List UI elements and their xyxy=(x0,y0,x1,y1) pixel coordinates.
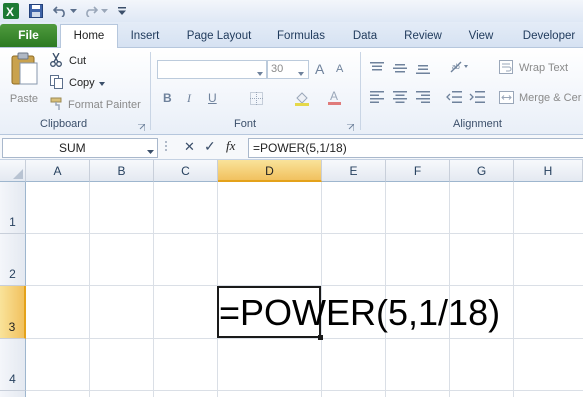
name-box-value: SUM xyxy=(59,141,86,155)
save-icon[interactable] xyxy=(28,3,44,19)
grow-font-button[interactable]: A xyxy=(315,61,324,77)
bold-button[interactable]: B xyxy=(163,91,172,105)
tab-insert[interactable]: Insert xyxy=(124,27,166,45)
column-header-e[interactable]: E xyxy=(322,160,386,182)
merge-center-button[interactable]: Merge & Cer xyxy=(519,92,581,104)
column-header-d[interactable]: D xyxy=(218,160,322,182)
name-box[interactable]: SUM xyxy=(2,138,158,158)
column-header-f[interactable]: F xyxy=(386,160,450,182)
align-center-icon[interactable] xyxy=(393,91,407,106)
resize-handle-icon[interactable] xyxy=(163,139,169,156)
tab-view[interactable]: View xyxy=(462,27,500,45)
redo-dropdown-icon[interactable] xyxy=(100,3,108,19)
paintbrush-icon xyxy=(50,97,64,114)
scissors-icon xyxy=(50,52,64,70)
underline-button[interactable]: U xyxy=(208,91,217,105)
alignment-group-label: Alignment xyxy=(453,118,502,130)
copy-label: Copy xyxy=(69,77,95,89)
wrap-text-button[interactable]: Wrap Text xyxy=(519,62,568,74)
clipboard-dialog-launcher-icon[interactable] xyxy=(138,122,146,134)
cancel-entry-button[interactable]: ✕ xyxy=(184,139,195,155)
paste-button[interactable]: Paste xyxy=(6,52,42,112)
quick-access-toolbar: X xyxy=(0,0,583,23)
align-top-icon[interactable] xyxy=(370,62,384,77)
align-right-icon[interactable] xyxy=(416,91,430,106)
gridline xyxy=(26,390,583,391)
cut-label: Cut xyxy=(69,55,87,67)
font-size-dropdown-icon[interactable] xyxy=(298,67,304,79)
column-header-h[interactable]: H xyxy=(514,160,583,182)
formula-bar: SUM ✕ ✓ fx =POWER(5,1/18) xyxy=(0,135,583,160)
align-bottom-icon[interactable] xyxy=(416,62,430,77)
copy-icon xyxy=(50,74,64,92)
select-all-button[interactable] xyxy=(0,160,26,182)
formula-text: =POWER(5,1/18) xyxy=(253,141,347,155)
svg-text:X: X xyxy=(6,5,14,19)
gridline xyxy=(26,233,583,234)
increase-indent-icon[interactable] xyxy=(469,91,485,106)
formula-input[interactable]: =POWER(5,1/18) xyxy=(248,138,583,158)
column-header-g[interactable]: G xyxy=(450,160,514,182)
font-color-button[interactable]: A xyxy=(328,89,342,108)
orientation-icon[interactable]: ab xyxy=(449,60,469,77)
ribbon-home: Paste Cut Copy Format Painter Clipboard … xyxy=(0,48,583,135)
tab-page-layout[interactable]: Page Layout xyxy=(182,27,256,45)
row-header-5[interactable] xyxy=(0,391,26,397)
tab-developer[interactable]: Developer xyxy=(516,27,582,45)
cut-button[interactable]: Cut xyxy=(50,52,87,70)
paste-icon xyxy=(9,52,39,89)
borders-icon[interactable] xyxy=(250,92,264,108)
tab-data[interactable]: Data xyxy=(346,27,384,45)
customize-toolbar-icon[interactable] xyxy=(117,3,127,19)
fill-handle[interactable] xyxy=(318,335,323,340)
column-header-a[interactable]: A xyxy=(26,160,90,182)
tab-home[interactable]: Home xyxy=(60,24,118,48)
font-name-field[interactable] xyxy=(157,60,267,79)
tab-review[interactable]: Review xyxy=(400,27,446,45)
undo-icon[interactable] xyxy=(52,3,68,19)
fill-color-icon[interactable] xyxy=(294,91,310,109)
format-painter-label: Format Painter xyxy=(68,99,141,111)
row-header-1[interactable]: 1 xyxy=(0,182,26,234)
clipboard-group-label: Clipboard xyxy=(40,118,88,130)
svg-text:ab: ab xyxy=(452,64,460,71)
font-group-label: Font xyxy=(234,118,257,130)
enter-entry-button[interactable]: ✓ xyxy=(204,138,216,155)
row-header-4[interactable]: 4 xyxy=(0,339,26,391)
gridline xyxy=(153,182,154,397)
ribbon-separator xyxy=(360,52,361,130)
font-size-value: 30 xyxy=(271,63,284,75)
align-middle-icon[interactable] xyxy=(393,62,407,77)
format-painter-button[interactable]: Format Painter xyxy=(50,97,141,113)
copy-dropdown-icon[interactable] xyxy=(98,77,105,89)
undo-dropdown-icon[interactable] xyxy=(69,3,77,19)
merge-center-icon[interactable] xyxy=(499,91,514,107)
font-dialog-launcher-icon[interactable] xyxy=(347,122,355,134)
redo-icon[interactable] xyxy=(83,3,99,19)
copy-button[interactable]: Copy xyxy=(50,74,105,92)
ribbon-separator xyxy=(150,52,151,130)
insert-function-button[interactable]: fx xyxy=(226,138,235,154)
font-name-dropdown-icon[interactable] xyxy=(257,67,263,79)
tab-file[interactable]: File xyxy=(0,24,57,47)
gridline xyxy=(26,338,583,339)
column-header-b[interactable]: B xyxy=(90,160,154,182)
tab-formulas[interactable]: Formulas xyxy=(272,27,330,45)
excel-logo-icon: X xyxy=(3,3,19,19)
shrink-font-button[interactable]: A xyxy=(336,63,343,75)
wrap-text-icon[interactable] xyxy=(499,60,513,77)
cell-edit-text[interactable]: =POWER(5,1/18) xyxy=(219,288,583,338)
paste-label: Paste xyxy=(9,93,39,105)
row-header-2[interactable]: 2 xyxy=(0,234,26,286)
row-header-3[interactable]: 3 xyxy=(0,286,26,339)
name-box-dropdown-icon[interactable] xyxy=(147,145,154,157)
decrease-indent-icon[interactable] xyxy=(446,91,462,106)
svg-text:A: A xyxy=(330,89,338,103)
column-header-c[interactable]: C xyxy=(154,160,218,182)
ribbon-tab-bar: File Home Insert Page Layout Formulas Da… xyxy=(0,22,583,48)
gridline xyxy=(89,182,90,397)
select-all-icon xyxy=(13,169,23,179)
italic-button[interactable]: I xyxy=(187,91,191,106)
align-left-icon[interactable] xyxy=(370,91,384,106)
